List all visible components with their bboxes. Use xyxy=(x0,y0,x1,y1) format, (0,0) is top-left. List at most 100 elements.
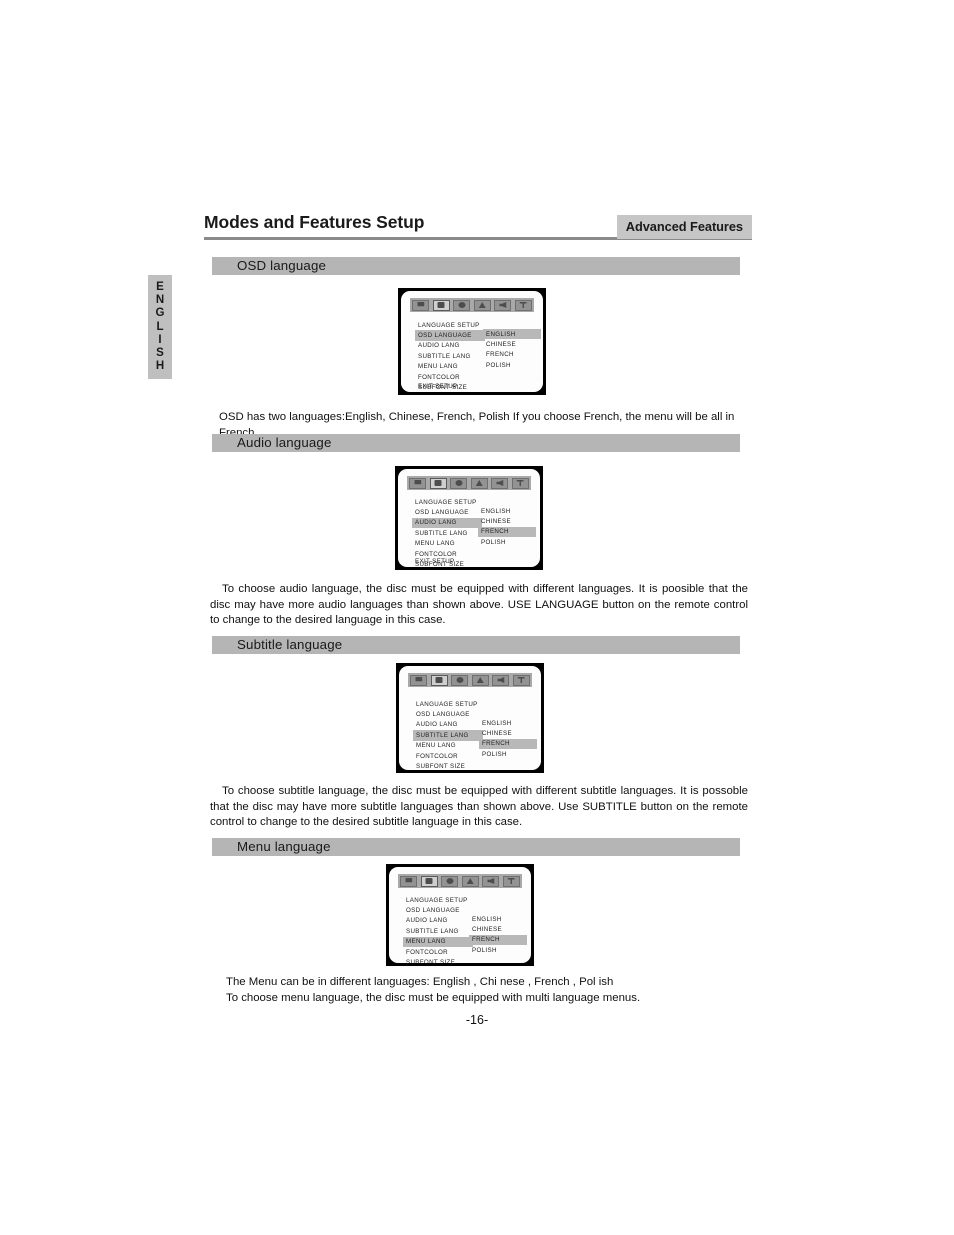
osd-menu-list: LANGUAGE SETUP OSD LANGUAGE AUDIO LANG S… xyxy=(413,699,483,770)
osd-value-list: ENGLISH CHINESE FRENCH POLISH xyxy=(478,506,536,548)
video-icon[interactable] xyxy=(473,299,491,311)
osd-screen-menu-language: LANGUAGE SETUP OSD LANGUAGE AUDIO LANG S… xyxy=(386,864,534,966)
speaker-icon[interactable] xyxy=(492,674,510,686)
paragraph-text: To choose audio language, the disc must … xyxy=(210,583,748,627)
lang-tab-letter-6: H xyxy=(155,360,165,373)
lang-tab-letter-1: N xyxy=(155,294,165,307)
page-number: -16- xyxy=(465,1013,489,1027)
osd-menu-list: LANGUAGE SETUP OSD LANGUAGE AUDIO LANG S… xyxy=(403,895,473,963)
osd-menu-item-osd-language[interactable]: OSD LANGUAGE xyxy=(412,507,482,517)
osd-menu-item-menu-lang[interactable]: MENU LANG xyxy=(403,936,473,948)
lang-tab-letter-0: E xyxy=(156,281,164,293)
paragraph-menu-language: The Menu can be in different languages: … xyxy=(226,975,746,1006)
display-icon[interactable] xyxy=(410,674,428,686)
osd-value-chinese[interactable]: CHINESE xyxy=(478,516,536,526)
osd-screen-subtitle-language: LANGUAGE SETUP OSD LANGUAGE AUDIO LANG S… xyxy=(396,663,544,773)
osd-menu-title: LANGUAGE SETUP xyxy=(416,700,478,708)
osd-icon-bar xyxy=(410,298,534,312)
osd-value-list: ENGLISH CHINESE FRENCH POLISH xyxy=(469,914,527,956)
osd-value-polish[interactable]: POLISH xyxy=(478,537,536,547)
osd-menu-title: LANGUAGE SETUP xyxy=(415,498,477,506)
osd-menu-item-fontcolor[interactable]: FONTCOLOR xyxy=(415,372,485,382)
osd-menu-item-audio-lang[interactable]: AUDIO LANG xyxy=(413,720,483,730)
setup-icon[interactable] xyxy=(511,477,529,489)
language-icon[interactable] xyxy=(430,674,448,686)
setup-icon[interactable] xyxy=(514,299,532,311)
audio-icon[interactable] xyxy=(441,875,459,887)
osd-menu-item-audio-lang[interactable]: AUDIO LANG xyxy=(415,341,485,351)
display-icon[interactable] xyxy=(409,477,427,489)
audio-icon[interactable] xyxy=(451,674,469,686)
osd-menu-item-fontcolor[interactable]: FONTCOLOR xyxy=(413,751,483,761)
setup-icon[interactable] xyxy=(512,674,530,686)
osd-value-english[interactable]: ENGLISH xyxy=(478,506,536,516)
osd-value-french[interactable]: FRENCH xyxy=(483,350,541,360)
paragraph-line-2: To choose menu language, the disc must b… xyxy=(226,991,641,1004)
osd-menu-item-subtitle-lang[interactable]: SUBTITLE LANG xyxy=(403,926,473,936)
section-header-label: Menu language xyxy=(237,839,331,854)
osd-value-french[interactable]: FRENCH xyxy=(479,738,537,750)
osd-value-english[interactable]: ENGLISH xyxy=(483,329,541,340)
section-header-osd-language: OSD language xyxy=(212,257,740,275)
osd-menu-item-menu-lang[interactable]: MENU LANG xyxy=(412,539,482,549)
language-icon[interactable] xyxy=(429,477,447,489)
osd-menu-item-audio-lang[interactable]: AUDIO LANG xyxy=(412,517,482,529)
section-header-subtitle-language: Subtitle language xyxy=(212,636,740,654)
language-icon[interactable] xyxy=(420,875,438,887)
lang-tab-letter-5: S xyxy=(156,347,164,360)
section-header-audio-language: Audio language xyxy=(212,434,740,452)
audio-icon[interactable] xyxy=(450,477,468,489)
lang-tab-letter-3: L xyxy=(156,320,164,333)
osd-value-french[interactable]: FRENCH xyxy=(469,934,527,946)
osd-menu-title: LANGUAGE SETUP xyxy=(406,896,468,904)
osd-exit-setup[interactable]: EXIT SETUP xyxy=(415,558,455,565)
paragraph-text: To choose subtitle language, the disc mu… xyxy=(210,785,748,829)
osd-exit-setup[interactable]: EXIT SETUP xyxy=(418,383,458,390)
osd-value-polish[interactable]: POLISH xyxy=(479,749,537,759)
osd-menu-title: LANGUAGE SETUP xyxy=(418,321,480,329)
osd-menu-item-subtitle-lang[interactable]: SUBTITLE LANG xyxy=(412,528,482,538)
osd-value-polish[interactable]: POLISH xyxy=(469,945,527,955)
osd-menu-item-subfontsize[interactable]: SUBFONT SIZE xyxy=(403,957,473,963)
display-icon[interactable] xyxy=(412,299,430,311)
speaker-icon[interactable] xyxy=(494,299,512,311)
video-icon[interactable] xyxy=(470,477,488,489)
osd-value-polish[interactable]: POLISH xyxy=(483,360,541,370)
osd-screen-audio-language: LANGUAGE SETUP OSD LANGUAGE AUDIO LANG S… xyxy=(395,466,543,570)
osd-value-chinese[interactable]: CHINESE xyxy=(483,339,541,349)
display-icon[interactable] xyxy=(400,875,418,887)
page-title: Modes and Features Setup xyxy=(204,212,425,232)
osd-value-french[interactable]: FRENCH xyxy=(478,526,536,538)
section-header-label: OSD language xyxy=(237,258,327,273)
osd-icon-bar xyxy=(407,476,531,490)
osd-value-english[interactable]: ENGLISH xyxy=(469,914,527,924)
video-icon[interactable] xyxy=(461,875,479,887)
language-icon[interactable] xyxy=(432,299,450,311)
speaker-icon[interactable] xyxy=(491,477,509,489)
sidebar-language-tab: E N G L I S H xyxy=(148,275,172,380)
osd-value-list: ENGLISH CHINESE FRENCH POLISH xyxy=(483,329,541,371)
osd-value-english[interactable]: ENGLISH xyxy=(479,718,537,728)
osd-menu-item-osd-language[interactable]: OSD LANGUAGE xyxy=(415,330,485,341)
osd-menu-item-osd-language[interactable]: OSD LANGUAGE xyxy=(403,905,473,915)
document-page: E N G L I S H Modes and Features Setup A… xyxy=(0,0,954,1235)
paragraph-line-1: The Menu can be in different languages: … xyxy=(226,976,614,988)
osd-menu-item-subtitle-lang[interactable]: SUBTITLE LANG xyxy=(415,351,485,361)
osd-menu-item-menu-lang[interactable]: MENU LANG xyxy=(415,362,485,372)
osd-value-chinese[interactable]: CHINESE xyxy=(469,924,527,934)
osd-menu-item-subtitle-lang[interactable]: SUBTITLE LANG xyxy=(413,730,483,741)
osd-menu-item-fontcolor[interactable]: FONTCOLOR xyxy=(403,947,473,957)
speaker-icon[interactable] xyxy=(482,875,500,887)
paragraph-audio-language: To choose audio language, the disc must … xyxy=(210,582,748,629)
osd-icon-bar xyxy=(398,874,522,888)
setup-icon[interactable] xyxy=(502,875,520,887)
video-icon[interactable] xyxy=(471,674,489,686)
osd-value-chinese[interactable]: CHINESE xyxy=(479,728,537,738)
lang-tab-letter-2: G xyxy=(155,307,165,320)
osd-menu-item-subfontsize[interactable]: SUBFONT SIZE xyxy=(413,761,483,770)
audio-icon[interactable] xyxy=(453,299,471,311)
section-header-label: Subtitle language xyxy=(237,637,343,652)
osd-menu-item-audio-lang[interactable]: AUDIO LANG xyxy=(403,916,473,926)
osd-menu-item-menu-lang[interactable]: MENU LANG xyxy=(413,741,483,751)
osd-menu-item-osd-language[interactable]: OSD LANGUAGE xyxy=(413,709,483,719)
